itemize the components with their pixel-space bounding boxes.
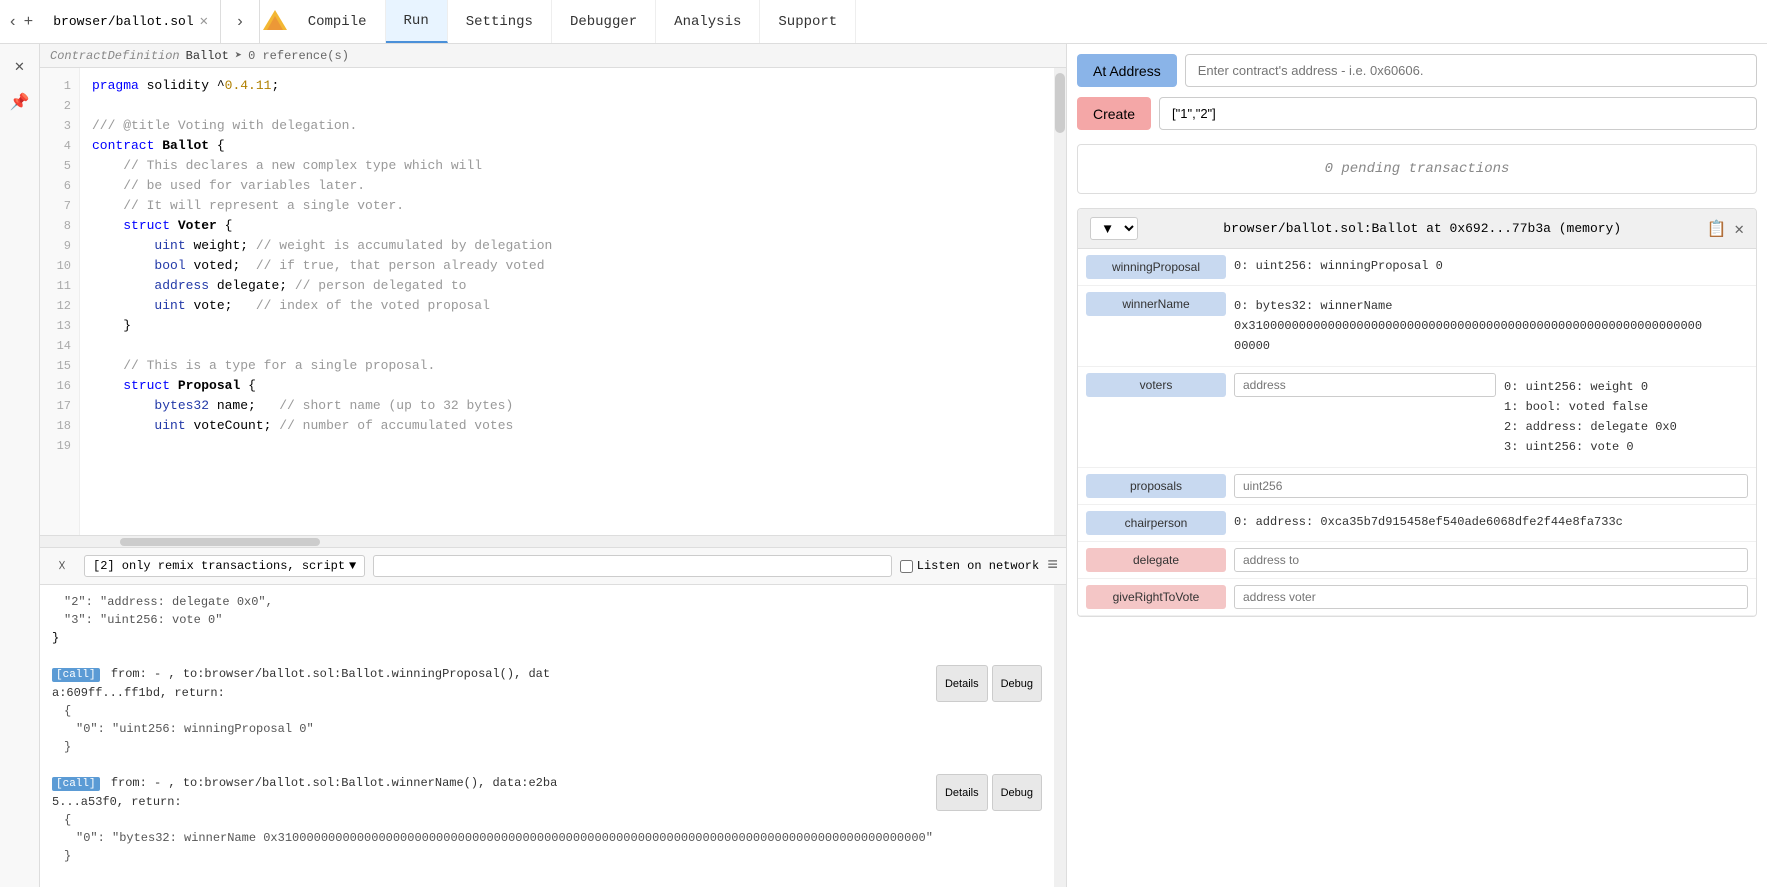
top-nav: ‹ + browser/ballot.sol ✕ › Compile Run S… [0,0,1767,44]
at-address-input[interactable] [1185,54,1757,87]
sidebar-close-icon[interactable]: ✕ [6,52,34,80]
instance-close-icon[interactable]: ✕ [1734,219,1744,239]
dropdown-chevron-icon: ▼ [349,559,356,573]
voters-button[interactable]: voters [1086,373,1226,397]
editor-area: ContractDefinition Ballot ➤ 0 reference(… [40,44,1067,887]
right-panel: At Address Create 0 pending transactions… [1067,44,1767,887]
console-toolbar: ☓ [2] only remix transactions, script ▼ … [40,548,1066,585]
instance-header: ▼ browser/ballot.sol:Ballot at 0x692...7… [1078,209,1756,249]
nav-icons: ‹ + [8,13,33,31]
chairperson-value: 0: address: 0xca35b7d915458ef540ade6068d… [1234,511,1748,533]
create-button[interactable]: Create [1077,97,1151,130]
details-button-2[interactable]: Details [936,774,988,811]
instance-title: browser/ballot.sol:Ballot at 0x692...77b… [1146,221,1698,236]
h-scroll-thumb[interactable] [120,538,320,546]
tab-debugger[interactable]: Debugger [552,0,656,43]
console-entry-2: [call] from: - , to:browser/ballot.sol:B… [52,774,1042,811]
nav-left: ‹ + browser/ballot.sol ✕ › [0,0,260,43]
winner-name-button[interactable]: winnerName [1086,292,1226,316]
create-row: Create [1077,97,1757,130]
winner-name-value: 0: bytes32: winnerName 0x310000000000000… [1234,292,1748,360]
method-row-delegate: delegate [1078,542,1756,579]
contract-def-label: ContractDefinition [50,49,180,63]
give-right-to-vote-button[interactable]: giveRightToVote [1086,585,1226,609]
chairperson-button[interactable]: chairperson [1086,511,1226,535]
copy-icon[interactable]: 📋 [1706,219,1726,239]
call-buttons-1: Details Debug [936,665,1042,702]
arrow-icon: ➤ [235,48,242,63]
editor-scroll-thumb[interactable] [1055,73,1065,133]
call-tag-1: [call] [52,668,100,682]
console-json-1: "2": "address: delegate 0x0", "3": "uint… [52,593,1042,647]
debug-button-2[interactable]: Debug [992,774,1042,811]
contract-instance: ▼ browser/ballot.sol:Ballot at 0x692...7… [1077,208,1757,617]
main-area: ✕ 📌 ContractDefinition Ballot ➤ 0 refere… [0,44,1767,887]
file-tab[interactable]: browser/ballot.sol ✕ [41,0,221,43]
nav-back-icon[interactable]: ‹ [8,13,18,31]
sidebar: ✕ 📌 [0,44,40,887]
editor-header: ContractDefinition Ballot ➤ 0 reference(… [40,44,1066,68]
console-output: "2": "address: delegate 0x0", "3": "uint… [40,585,1054,887]
tab-analysis[interactable]: Analysis [656,0,760,43]
pending-transactions-box: 0 pending transactions [1077,144,1757,194]
proposals-button[interactable]: proposals [1086,474,1226,498]
tab-settings[interactable]: Settings [448,0,552,43]
console-clear-icon[interactable]: ☓ [48,552,76,580]
tab-support[interactable]: Support [760,0,856,43]
console-scrollbar[interactable] [1054,585,1066,887]
method-row-winning-proposal: winningProposal 0: uint256: winningPropo… [1078,249,1756,286]
listen-network-checkbox[interactable] [900,560,913,573]
details-button-1[interactable]: Details [936,665,988,702]
winning-proposal-value: 0: uint256: winningProposal 0 [1234,255,1748,277]
line-numbers: 1234 5678 9101112 13141516 171819 [40,68,80,535]
file-tab-label: browser/ballot.sol [53,14,193,29]
horizontal-scrollbar[interactable] [40,535,1066,547]
listen-network-label[interactable]: Listen on network [900,559,1039,573]
console-area: ☓ [2] only remix transactions, script ▼ … [40,547,1066,887]
editor-scrollbar[interactable] [1054,68,1066,535]
tab-run[interactable]: Run [386,0,448,43]
delegate-button[interactable]: delegate [1086,548,1226,572]
sidebar-pin-icon[interactable]: 📌 [6,88,34,116]
file-tab-close-icon[interactable]: ✕ [200,13,208,30]
call-result-1: { "0": "uint256: winningProposal 0" } [52,702,1042,756]
create-input[interactable] [1159,97,1757,130]
method-row-winner-name: winnerName 0: bytes32: winnerName 0x3100… [1078,286,1756,367]
method-row-voters: voters 0: uint256: weight 0 1: bool: vot… [1078,367,1756,468]
debug-button-1[interactable]: Debug [992,665,1042,702]
delegate-input[interactable] [1234,548,1748,572]
method-row-chairperson: chairperson 0: address: 0xca35b7d915458e… [1078,505,1756,542]
nav-add-icon[interactable]: + [24,13,34,31]
proposals-input[interactable] [1234,474,1748,498]
nav-tabs: Compile Run Settings Debugger Analysis S… [290,0,1767,43]
ballot-label: Ballot [186,49,229,63]
at-address-button[interactable]: At Address [1077,54,1177,87]
at-address-row: At Address [1077,54,1757,87]
method-row-give-right: giveRightToVote [1078,579,1756,616]
instance-dropdown[interactable]: ▼ [1090,217,1138,240]
code-editor[interactable]: 1234 5678 9101112 13141516 171819 pragma… [40,68,1066,535]
give-right-input[interactable] [1234,585,1748,609]
call-result-2: { "0": "bytes32: winnerName 0x3100000000… [52,811,1042,865]
voters-input[interactable] [1234,373,1496,397]
console-dropdown[interactable]: [2] only remix transactions, script ▼ [84,555,365,577]
call-tag-2: [call] [52,777,100,791]
pending-transactions-label: 0 pending transactions [1325,161,1510,177]
references-label: 0 reference(s) [248,49,349,63]
tab-compile[interactable]: Compile [290,0,386,43]
console-search-input[interactable] [373,555,892,577]
console-entry-1: [call] from: - , to:browser/ballot.sol:B… [52,665,1042,702]
nav-forward-icon[interactable]: › [229,13,251,31]
code-content[interactable]: pragma solidity ^0.4.11; /// @title Voti… [80,68,1054,535]
voters-value: 0: uint256: weight 0 1: bool: voted fals… [1504,373,1748,461]
remix-logo [260,7,290,37]
winning-proposal-button[interactable]: winningProposal [1086,255,1226,279]
call-buttons-2: Details Debug [936,774,1042,811]
console-dropdown-label: [2] only remix transactions, script [93,559,345,573]
method-row-proposals: proposals [1078,468,1756,505]
console-menu-icon[interactable]: ≡ [1047,556,1058,576]
